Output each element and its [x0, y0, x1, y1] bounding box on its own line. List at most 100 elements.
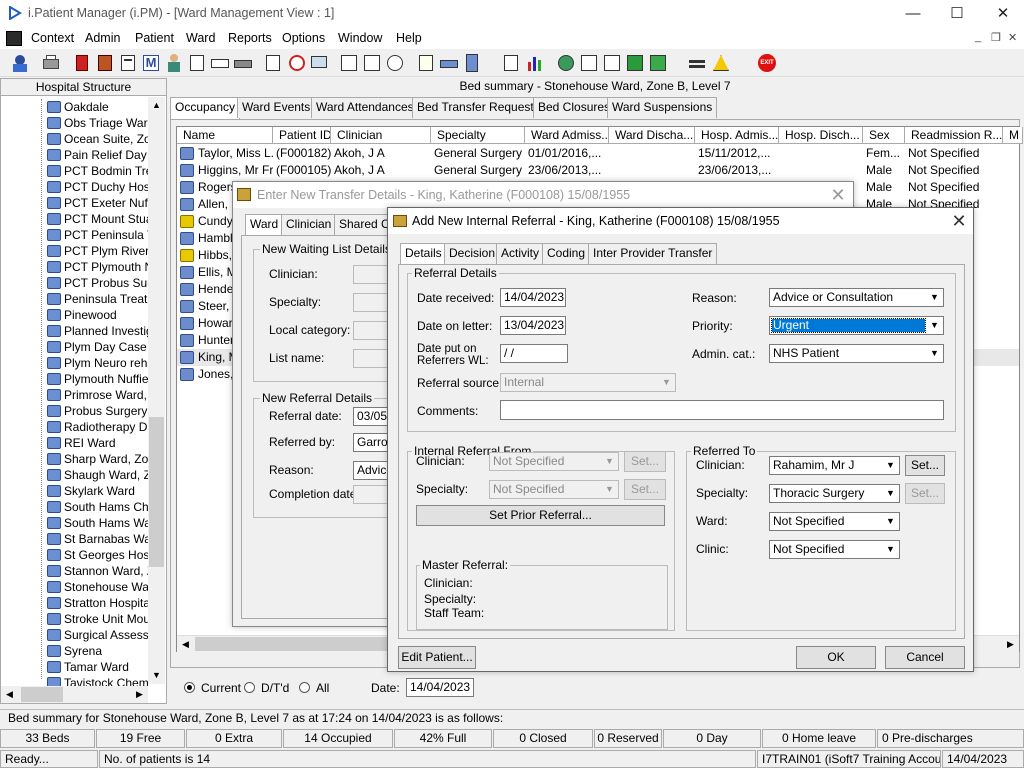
radio-all[interactable]	[299, 682, 310, 693]
case-note-icon[interactable]	[94, 52, 116, 74]
referral-source-select[interactable]: Internal ▼	[500, 373, 676, 392]
admin-category-select[interactable]: NHS Patient ▼	[769, 344, 944, 363]
tree-hscroll-thumb[interactable]	[21, 687, 63, 702]
notes-icon[interactable]	[186, 52, 208, 74]
print-icon[interactable]	[40, 52, 62, 74]
tree-item[interactable]: PCT Duchy Hosp	[1, 179, 148, 195]
tree-item[interactable]: PCT Probus Surg	[1, 275, 148, 291]
referral-tab-decision[interactable]: Decision	[444, 243, 501, 264]
tree-item[interactable]: Stratton Hospital	[1, 595, 148, 611]
cancel-button[interactable]: Cancel	[885, 646, 965, 669]
tree-item[interactable]: Pinewood	[1, 307, 148, 323]
tree-item[interactable]: Syrena	[1, 643, 148, 659]
radio-current[interactable]	[184, 682, 195, 693]
menu-patient[interactable]: Patient	[135, 31, 174, 45]
check-form-icon[interactable]	[601, 52, 623, 74]
menu-options[interactable]: Options	[282, 31, 325, 45]
from-specialty-select[interactable]: Not Specified ▼	[489, 480, 619, 499]
green-arrow-icon[interactable]	[624, 52, 646, 74]
tree-item[interactable]: Plym Neuro rehab	[1, 355, 148, 371]
tree-item[interactable]: Probus Surgery V	[1, 403, 148, 419]
tree-item[interactable]: Oakdale	[1, 99, 148, 115]
column-header[interactable]: Hosp. Disch...	[779, 127, 863, 144]
from-clinician-select[interactable]: Not Specified ▼	[489, 452, 619, 471]
date-field[interactable]: 14/04/2023	[406, 678, 474, 697]
priority-select[interactable]: Urgent ▼	[769, 316, 944, 335]
close-window-button[interactable]: ✕	[980, 0, 1024, 28]
transport-icon[interactable]	[209, 52, 231, 74]
green-arrows-icon[interactable]	[647, 52, 669, 74]
menu-ward[interactable]: Ward	[186, 31, 215, 45]
dial-icon[interactable]	[384, 52, 406, 74]
m-icon[interactable]: M	[140, 52, 162, 74]
tree-item[interactable]: Shaugh Ward, Zo	[1, 467, 148, 483]
mdi-close-button[interactable]: ✕	[1008, 31, 1017, 44]
tree-item[interactable]: PCT Exeter Nuffie	[1, 195, 148, 211]
minimize-button[interactable]: —	[890, 0, 936, 28]
tree-item[interactable]: PCT Plymouth Nu	[1, 259, 148, 275]
mdi-child-icon[interactable]	[6, 31, 22, 46]
column-header[interactable]: Ward Admiss...	[525, 127, 609, 144]
tree-item[interactable]: Ocean Suite, Zor	[1, 131, 148, 147]
ward-bed-icon[interactable]	[438, 52, 460, 74]
column-header[interactable]: Clinician	[331, 127, 431, 144]
transfer-tab-ward[interactable]: Ward	[245, 214, 284, 236]
tree-item[interactable]: Plym Day Case U	[1, 339, 148, 355]
menu-reports[interactable]: Reports	[228, 31, 272, 45]
report-icon[interactable]	[338, 52, 360, 74]
reason-select[interactable]: Advice or Consultation ▼	[769, 288, 944, 307]
patient-search-icon[interactable]	[9, 52, 31, 74]
menu-context[interactable]: Context	[31, 31, 74, 45]
menu-window[interactable]: Window	[338, 31, 382, 45]
date-put-on-wl-field[interactable]: / /	[500, 344, 568, 363]
tree-item[interactable]: PCT Peninsula Tr	[1, 227, 148, 243]
referral-tab-inter-provider-transfer[interactable]: Inter Provider Transfer	[588, 243, 718, 264]
scroll-down-icon[interactable]: ▼	[148, 667, 165, 684]
menu-admin[interactable]: Admin	[85, 31, 120, 45]
patient-transfer-icon[interactable]	[461, 52, 483, 74]
tree-item[interactable]: Planned Investig	[1, 323, 148, 339]
from-clinician-set-button[interactable]: Set...	[624, 451, 666, 472]
scroll-right-icon[interactable]: ▶	[131, 686, 148, 703]
mdi-restore-button[interactable]: ❐	[991, 31, 1001, 44]
clock-icon[interactable]	[286, 52, 308, 74]
transfer-tab-clinician[interactable]: Clinician	[281, 214, 337, 235]
tree-item[interactable]: St Georges Hosp	[1, 547, 148, 563]
document-icon[interactable]	[117, 52, 139, 74]
tree-item[interactable]: PCT Bodmin Trea	[1, 163, 148, 179]
tree-item[interactable]: PCT Plym River F	[1, 243, 148, 259]
column-header[interactable]: Ward Discha...	[609, 127, 695, 144]
set-prior-referral-button[interactable]: Set Prior Referral...	[416, 505, 665, 526]
to-ward-select[interactable]: Not Specified ▼	[769, 512, 900, 531]
maximize-button[interactable]: ☐	[934, 0, 980, 28]
scroll-left-icon[interactable]: ◀	[1, 686, 18, 703]
mdi-minimize-button[interactable]: _	[975, 31, 981, 43]
tree-item[interactable]: Tamar Ward	[1, 659, 148, 675]
tree-item[interactable]: Primrose Ward, Z	[1, 387, 148, 403]
tree-item[interactable]: REI Ward	[1, 435, 148, 451]
tree-item[interactable]: Obs Triage Ward	[1, 115, 148, 131]
from-specialty-set-button[interactable]: Set...	[624, 479, 666, 500]
referral-tab-coding[interactable]: Coding	[542, 243, 591, 264]
tree-scroll-thumb[interactable]	[149, 417, 164, 567]
referral-tab-details[interactable]: Details	[400, 243, 447, 265]
red-book-icon[interactable]	[71, 52, 93, 74]
tree-item[interactable]: Pain Relief Day C	[1, 147, 148, 163]
tree-item[interactable]: Plymouth Nuffield	[1, 371, 148, 387]
tree-item[interactable]: St Barnabas War	[1, 531, 148, 547]
column-header[interactable]: Patient ID	[273, 127, 331, 144]
referral-tab-activity[interactable]: Activity	[496, 243, 545, 264]
grid-scroll-left-icon[interactable]: ◀	[177, 636, 194, 652]
globe-icon[interactable]	[555, 52, 577, 74]
tree-item[interactable]: Radiotherapy Day	[1, 419, 148, 435]
column-header[interactable]: Hosp. Admis...	[695, 127, 779, 144]
grid-scroll-right-icon[interactable]: ▶	[1002, 636, 1019, 652]
referral-dialog-close-button[interactable]: ✕	[948, 210, 970, 232]
tree-item[interactable]: Stannon Ward, Z	[1, 563, 148, 579]
tree-item[interactable]: Peninsula Treatm	[1, 291, 148, 307]
bar-chart-icon[interactable]	[524, 52, 546, 74]
tree-item[interactable]: Skylark Ward	[1, 483, 148, 499]
tab-bed-closures[interactable]: Bed Closures	[533, 97, 616, 118]
scroll-up-icon[interactable]: ▲	[148, 97, 165, 114]
date-received-field[interactable]: 14/04/2023	[500, 288, 566, 307]
